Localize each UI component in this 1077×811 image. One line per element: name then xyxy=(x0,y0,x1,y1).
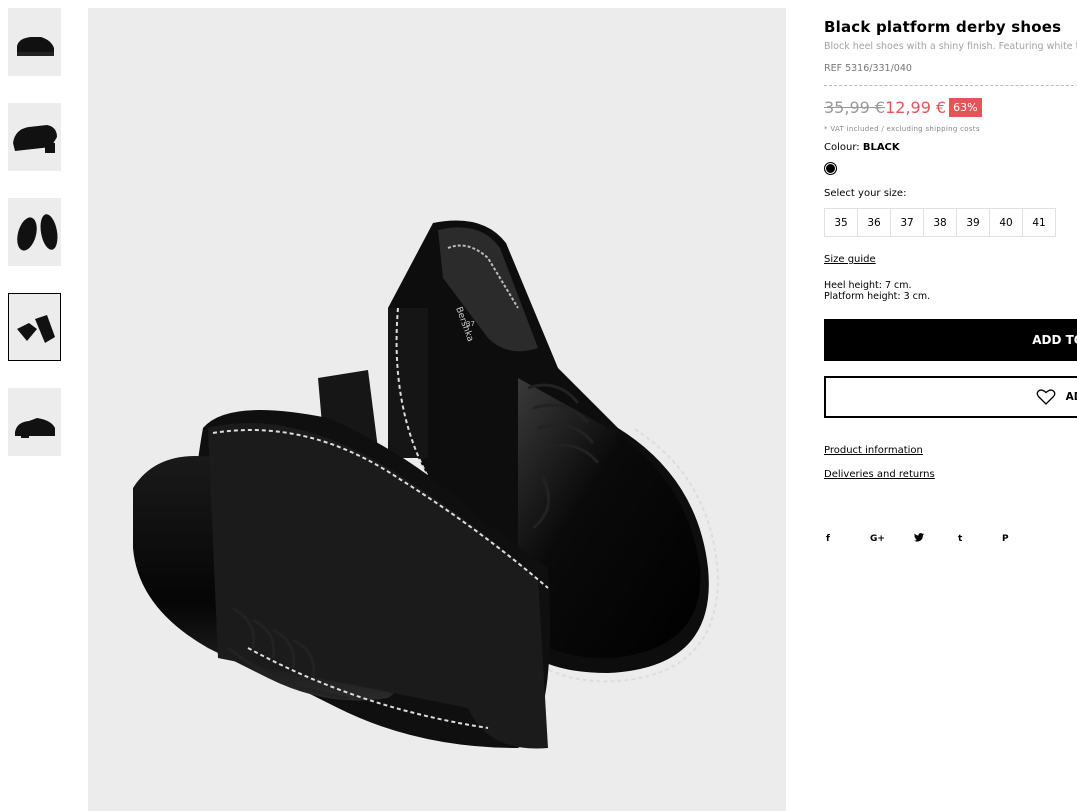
discount-badge: 63% xyxy=(949,98,982,117)
platform-height: Platform height: 3 cm. xyxy=(824,291,931,302)
thumbnail-list xyxy=(8,8,61,483)
old-price: 35,99 € xyxy=(824,98,886,117)
thumbnail-5[interactable] xyxy=(8,388,61,456)
tumblr-icon[interactable]: t xyxy=(956,534,1000,544)
product-details: Black platform derby shoes Block heel sh… xyxy=(824,18,1077,545)
shoe-front-icon xyxy=(14,418,55,438)
shoe-angle-icon xyxy=(12,125,57,153)
shoe-top-icon xyxy=(16,214,57,251)
size-option-40[interactable]: 40 xyxy=(989,208,1023,237)
add-to-cart-button[interactable]: ADD TO xyxy=(824,319,1077,361)
add-to-cart-label: ADD TO xyxy=(1032,333,1077,347)
thumbnail-2[interactable] xyxy=(8,103,61,171)
shoe-side-icon xyxy=(16,37,54,56)
colour-value: BLACK xyxy=(862,142,900,153)
shoe-pair-icon xyxy=(16,315,55,343)
heel-height: Heel height: 7 cm. xyxy=(824,280,912,291)
heart-icon xyxy=(1036,389,1056,405)
thumbnail-3[interactable] xyxy=(8,198,61,266)
product-reference: REF 5316/331/040 xyxy=(824,63,912,74)
thumbnail-1[interactable] xyxy=(8,8,61,76)
main-product-image[interactable]: Bershka 37 xyxy=(88,8,786,811)
twitter-icon[interactable] xyxy=(912,533,956,545)
product-description: Block heel shoes with a shiny finish. Fe… xyxy=(824,41,1077,52)
add-to-wishlist-button[interactable]: ADD T xyxy=(824,376,1077,418)
size-label: Select your size: xyxy=(824,188,907,199)
size-selector: 35 36 37 38 39 40 41 xyxy=(824,208,1077,237)
size-option-35[interactable]: 35 xyxy=(824,208,858,237)
pinterest-icon[interactable]: P xyxy=(1000,534,1044,544)
heights-info: Heel height: 7 cm. Platform height: 3 cm… xyxy=(824,280,1077,302)
sale-price: 12,99 € xyxy=(885,98,947,117)
thumbnail-4[interactable] xyxy=(8,293,61,361)
size-option-36[interactable]: 36 xyxy=(857,208,891,237)
colour-label: Colour: xyxy=(824,142,860,153)
shoes-photo: Bershka 37 xyxy=(133,220,720,749)
size-option-39[interactable]: 39 xyxy=(956,208,990,237)
googleplus-icon[interactable]: G+ xyxy=(868,534,912,544)
product-title: Black platform derby shoes xyxy=(824,18,1062,36)
price-row: 35,99 € 12,99 € 63% xyxy=(824,98,1077,117)
size-option-41[interactable]: 41 xyxy=(1022,208,1056,237)
vat-note: * VAT included / excluding shipping cost… xyxy=(824,125,980,133)
colour-swatch-black[interactable] xyxy=(824,162,837,175)
facebook-icon[interactable]: f xyxy=(824,534,868,544)
size-option-37[interactable]: 37 xyxy=(890,208,924,237)
divider xyxy=(824,85,1077,86)
svg-text:37: 37 xyxy=(466,320,475,328)
add-to-wishlist-label: ADD T xyxy=(1065,391,1077,403)
colour-row: Colour: BLACK xyxy=(824,142,1077,153)
deliveries-returns-link[interactable]: Deliveries and returns xyxy=(824,469,1077,480)
size-option-38[interactable]: 38 xyxy=(923,208,957,237)
social-share: f G+ t P xyxy=(824,533,1077,545)
product-information-link[interactable]: Product information xyxy=(824,445,1077,456)
size-guide-link[interactable]: Size guide xyxy=(824,254,876,265)
